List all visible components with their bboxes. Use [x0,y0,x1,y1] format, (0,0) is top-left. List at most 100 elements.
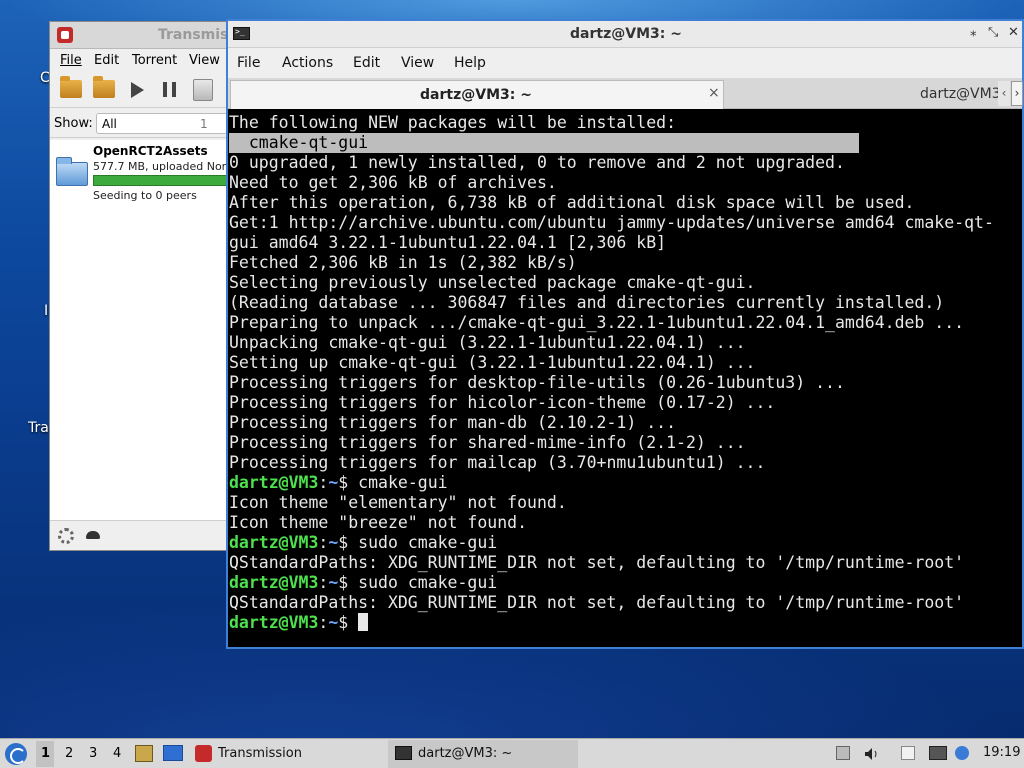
terminal-line: Preparing to unpack .../cmake-qt-gui_3.2… [229,313,965,332]
terminal-title: dartz@VM3: ~ [570,26,682,42]
torrent-name: OpenRCT2Assets [93,144,208,158]
prompt-line: dartz@VM3:~$ sudo cmake-gui [229,533,1022,553]
terminal-line: (Reading database ... 306847 files and d… [229,293,945,312]
command: cmake-gui [358,473,448,492]
prompt-path: ~ [328,533,339,552]
terminal-cursor [358,613,369,631]
start-menu-icon[interactable] [5,743,27,765]
terminal-line: Icon theme "elementary" not found. [229,493,567,512]
terminal-line: Processing triggers for mailcap (3.70+nm… [229,453,766,472]
filter-select[interactable]: All 1 [96,113,228,134]
workspace-4[interactable]: 4 [113,746,121,761]
prompt-path: ~ [328,613,339,632]
prompt-path: ~ [328,473,339,492]
prompt-user: dartz@VM3 [229,533,319,552]
gear-icon[interactable] [58,528,74,544]
terminal-line: Processing triggers for shared-mime-info… [229,433,746,452]
terminal-line: 0 upgraded, 1 newly installed, 0 to remo… [229,153,845,172]
terminal-line: Processing triggers for man-db (2.10.2-1… [229,413,677,432]
start-icon[interactable] [131,82,144,98]
terminal-line: QStandardPaths: XDG_RUNTIME_DIR not set,… [229,593,965,612]
minimize-icon[interactable]: ⁎ [970,25,977,40]
terminal-line: gui amd64 3.22.1-1ubuntu1.22.04.1 [2,306… [229,233,667,252]
prompt-sep: : [318,473,329,492]
prompt-sep: : [318,573,329,592]
desktop-icon-label-3[interactable]: Tra [28,420,49,436]
terminal-line: The following NEW packages will be insta… [229,113,677,132]
menu-torrent[interactable]: Torrent [132,53,177,68]
tab-scroll-left-icon[interactable]: ‹ [998,81,1010,106]
workspace-2[interactable]: 2 [65,746,73,761]
maximize-icon[interactable]: ⤡ [988,25,998,40]
prompt-user: dartz@VM3 [229,473,319,492]
prompt-line: dartz@VM3:~$ sudo cmake-gui [229,573,1022,593]
desktop-icon-label-2[interactable]: I [44,303,48,319]
folder-icon [56,157,88,186]
transmission-menubar: File Edit Torrent View [50,49,238,72]
menu-actions[interactable]: Actions [282,55,333,71]
workspace-3[interactable]: 3 [89,746,97,761]
prompt-end: $ [338,473,359,492]
tab-terminal-1[interactable]: dartz@VM3: ~ × [230,80,724,109]
remove-icon[interactable] [193,79,213,101]
menu-file[interactable]: File [60,53,82,68]
show-desktop-icon[interactable] [163,745,183,761]
notification-icon[interactable] [955,746,969,760]
pause-icon[interactable] [163,82,176,97]
terminal-output[interactable]: The following NEW packages will be insta… [228,113,1022,647]
transmission-app-icon [195,745,212,762]
turtle-icon[interactable] [86,531,100,539]
tab-terminal-2[interactable]: dartz@VM3: ~ [728,80,1022,108]
prompt-user: dartz@VM3 [229,573,319,592]
transmission-toolbar [50,72,238,108]
tab-scroll-right-icon[interactable]: › [1011,81,1023,106]
close-icon[interactable]: ✕ [1008,25,1019,40]
task-transmission[interactable]: Transmission [192,740,382,768]
command: sudo cmake-gui [358,533,498,552]
terminal-app-icon [395,746,412,760]
prompt-end: $ [338,613,359,632]
file-manager-icon[interactable] [135,745,153,762]
menu-file[interactable]: File [237,55,260,71]
task-label: dartz@VM3: ~ [418,746,513,761]
task-label: Transmission [218,746,302,761]
terminal-line: Unpacking cmake-qt-gui (3.22.1-1ubuntu1.… [229,333,746,352]
terminal-window[interactable]: dartz@VM3: ~ ⁎ ⤡ ✕ File Actions Edit Vie… [226,19,1024,649]
filter-label: Show: [54,116,93,131]
transmission-window[interactable]: Transmission File Edit Torrent View Show… [49,21,239,551]
open-url-icon[interactable] [93,76,115,98]
menu-edit[interactable]: Edit [353,55,380,71]
filter-value: All [102,117,117,131]
tray-updates-icon[interactable] [836,746,850,760]
terminal-titlebar[interactable]: dartz@VM3: ~ ⁎ ⤡ ✕ [228,21,1022,48]
menu-help[interactable]: Help [454,55,486,71]
menu-view[interactable]: View [401,55,434,71]
torrent-peers: Seeding to 0 peers [93,189,197,202]
terminal-line: Fetched 2,306 kB in 1s (2,382 kB/s) [229,253,577,272]
clipboard-icon[interactable] [901,746,915,760]
prompt-sep: : [318,613,329,632]
prompt-user: dartz@VM3 [229,613,319,632]
task-terminal[interactable]: dartz@VM3: ~ [388,740,578,768]
terminal-line: Processing triggers for hicolor-icon-the… [229,393,776,412]
tab-close-icon[interactable]: × [708,85,720,101]
transmission-titlebar[interactable]: Transmission [50,22,238,49]
transmission-statusbar [50,520,238,550]
menu-edit[interactable]: Edit [94,53,119,68]
network-icon[interactable] [929,746,947,760]
volume-icon[interactable] [864,746,878,760]
prompt-path: ~ [328,573,339,592]
torrent-list[interactable]: OpenRCT2Assets 577.7 MB, uploaded Non Se… [50,140,238,520]
terminal-line: Icon theme "breeze" not found. [229,513,528,532]
terminal-line: cmake-qt-gui [229,133,1022,153]
terminal-line: Processing triggers for desktop-file-uti… [229,373,845,392]
terminal-line: Selecting previously unselected package … [229,273,756,292]
terminal-tabbar: dartz@VM3: ~ × dartz@VM3: ~ ‹ › [228,78,1023,109]
transmission-app-icon [57,27,73,43]
menu-view[interactable]: View [189,53,220,68]
command: sudo cmake-gui [358,573,498,592]
torrent-row[interactable]: OpenRCT2Assets 577.7 MB, uploaded Non Se… [50,140,238,204]
open-torrent-icon[interactable] [60,76,82,98]
clock[interactable]: 19:19 [983,745,1020,760]
workspace-1[interactable]: 1 [41,746,50,761]
